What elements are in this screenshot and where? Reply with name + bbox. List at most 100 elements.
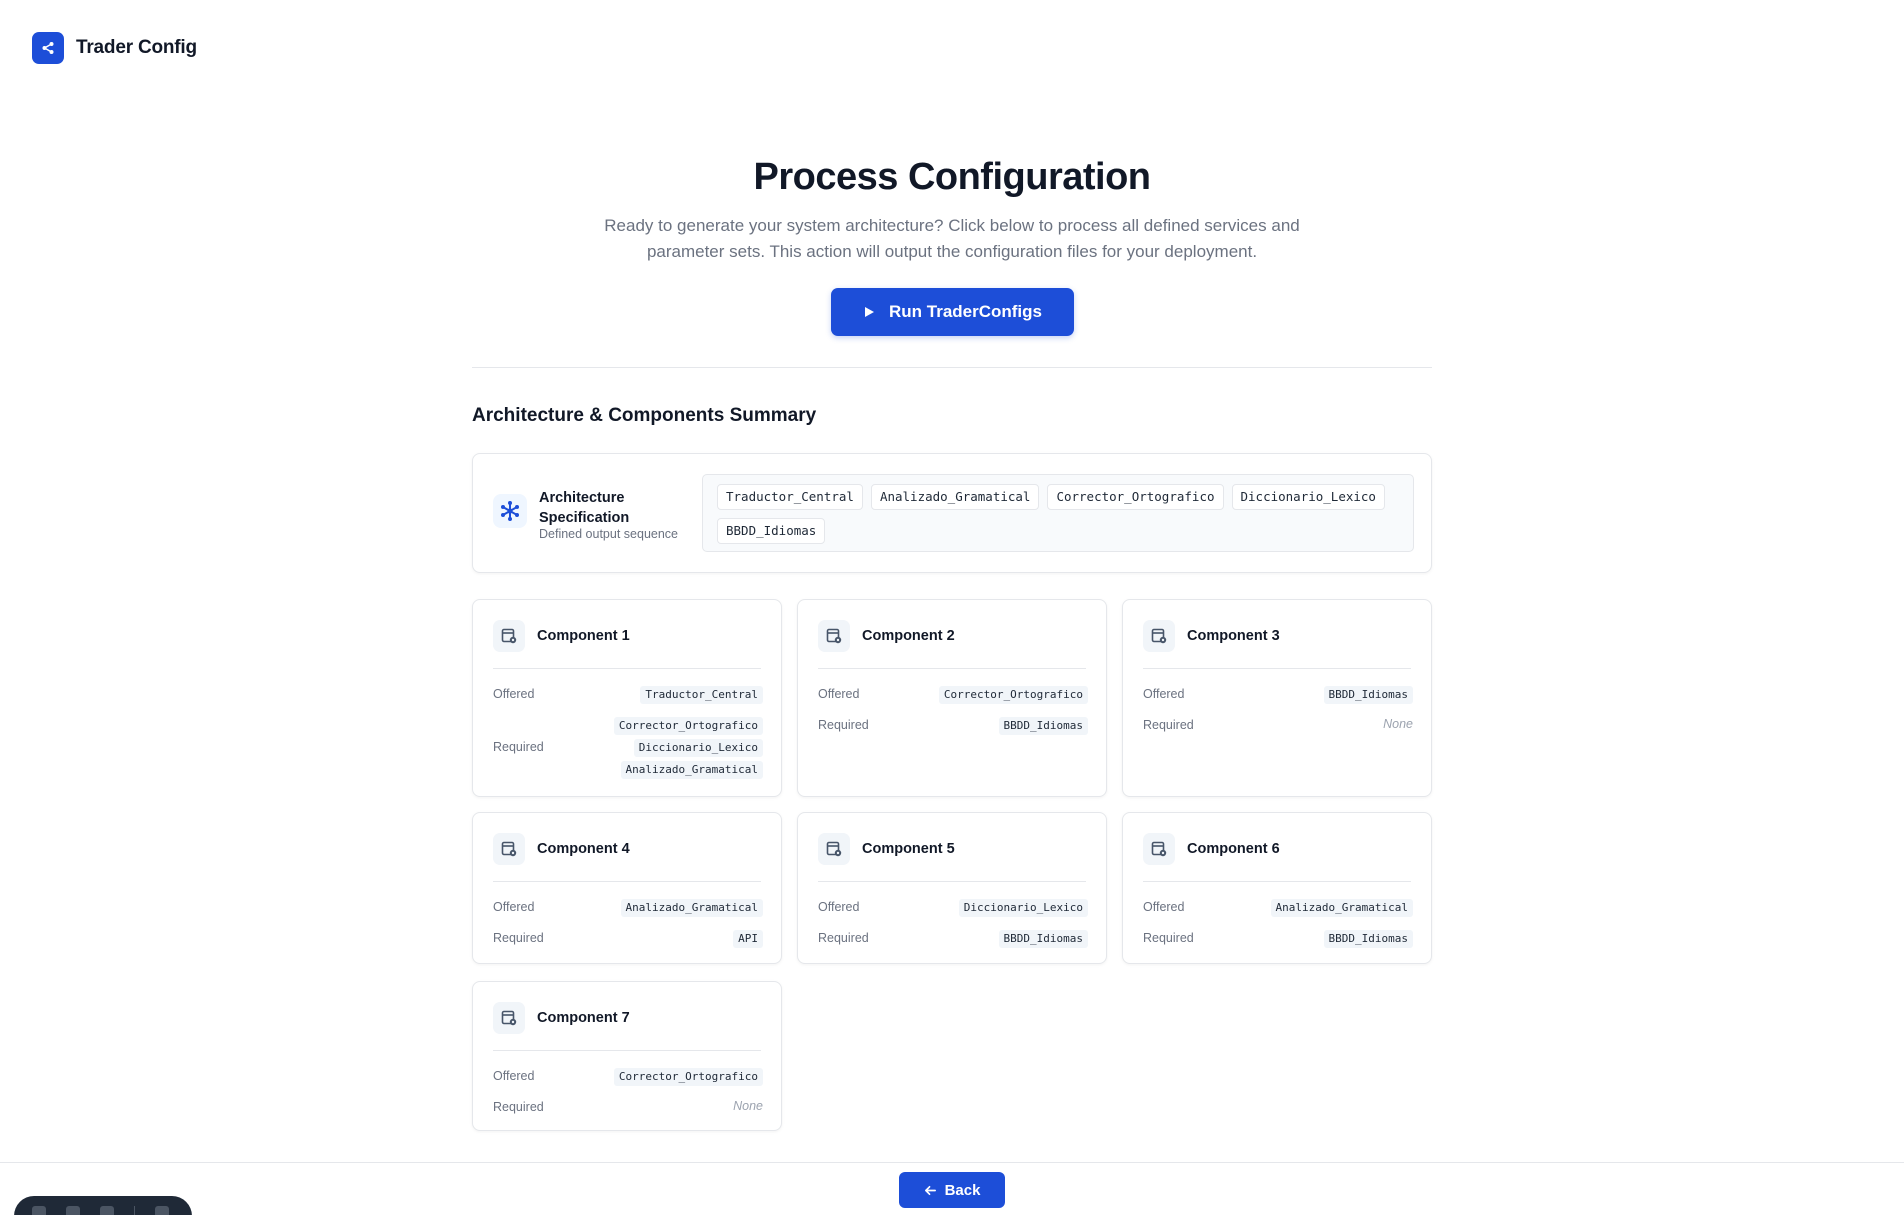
required-values: None xyxy=(733,1099,763,1113)
service-tag: API xyxy=(733,930,763,948)
component-divider xyxy=(493,1050,761,1051)
service-tag: Traductor_Central xyxy=(640,686,763,704)
play-icon xyxy=(864,307,874,317)
required-values: BBDD_Idiomas xyxy=(998,717,1088,735)
service-tag: Corrector_Ortografico xyxy=(613,717,763,735)
component-card: Component 4 Offered Analizado_Gramatical Re… xyxy=(472,812,782,964)
component-icon xyxy=(818,620,850,652)
arrow-left-icon xyxy=(924,1185,936,1195)
service-tag: BBDD_Idiomas xyxy=(998,717,1088,735)
component-icon xyxy=(493,1002,525,1034)
required-values: API xyxy=(733,930,763,948)
component-divider xyxy=(493,668,761,669)
service-tag: BBDD_Idiomas xyxy=(1323,686,1413,704)
component-card: Component 6 Offered Analizado_Gramatical Re… xyxy=(1122,812,1432,964)
component-divider xyxy=(1143,668,1411,669)
component-card: Component 3 Offered BBDD_Idiomas Required No… xyxy=(1122,599,1432,797)
component-name: Component 2 xyxy=(862,628,955,644)
asterisk-network-icon xyxy=(493,494,527,528)
component-header: Component 3 xyxy=(1143,620,1280,652)
component-header: Component 6 xyxy=(1143,833,1280,865)
service-tag: Analizado_Gramatical xyxy=(1270,899,1413,917)
toolbar-item-icon[interactable] xyxy=(66,1206,80,1215)
service-tag: Corrector_Ortografico xyxy=(938,686,1088,704)
required-label: Required xyxy=(493,1100,544,1114)
toolbar-item-icon[interactable] xyxy=(32,1206,46,1215)
required-values: BBDD_Idiomas xyxy=(998,930,1088,948)
component-icon xyxy=(818,833,850,865)
component-card: Component 7 Offered Corrector_Ortografico R… xyxy=(472,981,782,1131)
architecture-spec-card: Architecture Specification Defined outpu… xyxy=(472,453,1432,573)
component-name: Component 1 xyxy=(537,628,630,644)
footer-divider xyxy=(0,1162,1904,1163)
component-divider xyxy=(818,881,1086,882)
sequence-chip: BBDD_Idiomas xyxy=(717,518,826,544)
offered-values: Diccionario_Lexico xyxy=(958,899,1088,917)
share-nodes-icon xyxy=(32,32,64,64)
component-divider xyxy=(818,668,1086,669)
component-divider xyxy=(493,881,761,882)
toolbar-separator xyxy=(134,1206,135,1215)
service-tag: Diccionario_Lexico xyxy=(633,739,763,757)
component-name: Component 7 xyxy=(537,1010,630,1026)
offered-label: Offered xyxy=(493,1069,535,1083)
component-icon xyxy=(1143,620,1175,652)
required-values: BBDD_Idiomas xyxy=(1323,930,1413,948)
service-tag: Analizado_Gramatical xyxy=(620,761,763,779)
service-tag: Analizado_Gramatical xyxy=(620,899,763,917)
component-name: Component 5 xyxy=(862,841,955,857)
architecture-title: Architecture Specification xyxy=(539,490,630,526)
component-header: Component 7 xyxy=(493,1002,630,1034)
required-values: Corrector_Ortografico Diccionario_Lexico A… xyxy=(613,717,763,779)
required-label: Required xyxy=(493,740,544,754)
component-icon xyxy=(493,833,525,865)
run-traderconfigs-button[interactable]: Run TraderConfigs xyxy=(831,288,1074,336)
service-tag: BBDD_Idiomas xyxy=(1323,930,1413,948)
page-subtitle: Ready to generate your system architectu… xyxy=(604,216,1300,261)
back-button-label: Back xyxy=(944,1181,981,1199)
service-tag: Corrector_Ortografico xyxy=(613,1068,763,1086)
component-card: Component 2 Offered Corrector_Ortografico R… xyxy=(797,599,1107,797)
offered-values: Analizado_Gramatical xyxy=(1270,899,1413,917)
required-label: Required xyxy=(1143,931,1194,945)
run-button-label: Run TraderConfigs xyxy=(888,302,1042,321)
component-header: Component 1 xyxy=(493,620,630,652)
summary-title: Architecture & Components Summary xyxy=(472,405,817,426)
offered-label: Offered xyxy=(493,687,535,701)
component-card: Component 1 Offered Traductor_Central Requi… xyxy=(472,599,782,797)
offered-label: Offered xyxy=(818,900,860,914)
required-label: Required xyxy=(818,718,869,732)
required-label: Required xyxy=(493,931,544,945)
sequence-chip: Traductor_Central xyxy=(717,484,863,510)
sequence-chip: Diccionario_Lexico xyxy=(1231,484,1385,510)
floating-toolbar[interactable] xyxy=(14,1196,192,1215)
toolbar-item-icon[interactable] xyxy=(155,1206,169,1215)
app-brand[interactable]: Trader Config xyxy=(32,32,197,64)
none-value: None xyxy=(733,1099,763,1113)
section-divider xyxy=(472,367,1432,368)
required-label: Required xyxy=(818,931,869,945)
offered-values: Corrector_Ortografico xyxy=(613,1068,763,1086)
toolbar-item-icon[interactable] xyxy=(100,1206,114,1215)
offered-label: Offered xyxy=(818,687,860,701)
sequence-chip: Corrector_Ortografico xyxy=(1047,484,1224,510)
offered-label: Offered xyxy=(1143,687,1185,701)
architecture-subtitle: Defined output sequence xyxy=(539,527,678,541)
app-name: Trader Config xyxy=(76,37,197,58)
back-button[interactable]: Back xyxy=(899,1172,1005,1208)
offered-label: Offered xyxy=(493,900,535,914)
architecture-sequence: Traductor_Central Analizado_Gramatical Cor… xyxy=(702,474,1414,552)
page-title: Process Configuration xyxy=(753,156,1152,198)
offered-values: Corrector_Ortografico xyxy=(938,686,1088,704)
offered-values: BBDD_Idiomas xyxy=(1323,686,1413,704)
offered-label: Offered xyxy=(1143,900,1185,914)
required-values: None xyxy=(1383,717,1413,731)
none-value: None xyxy=(1383,717,1413,731)
component-header: Component 5 xyxy=(818,833,955,865)
component-header: Component 2 xyxy=(818,620,955,652)
offered-values: Traductor_Central xyxy=(640,686,763,704)
component-icon xyxy=(493,620,525,652)
component-name: Component 4 xyxy=(537,841,630,857)
component-name: Component 6 xyxy=(1187,841,1280,857)
service-tag: Diccionario_Lexico xyxy=(958,899,1088,917)
